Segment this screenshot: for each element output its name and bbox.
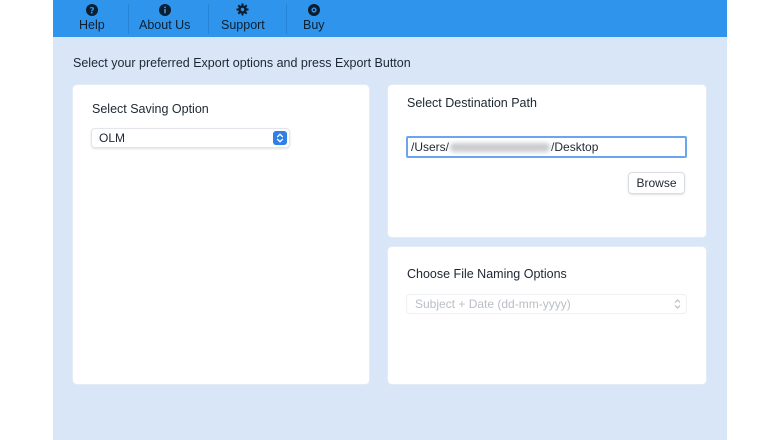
naming-panel: Choose File Naming Options Subject + Dat… [388, 247, 706, 384]
redacted-username [450, 142, 551, 152]
buy-icon [307, 3, 320, 16]
help-button[interactable]: ? Help [79, 0, 105, 37]
about-us-label: About Us [139, 18, 191, 32]
path-suffix: /Desktop [551, 140, 599, 154]
info-icon [158, 3, 171, 16]
destination-title: Select Destination Path [407, 96, 537, 110]
buy-label: Buy [303, 18, 325, 32]
instruction-text: Select your preferred Export options and… [73, 56, 411, 70]
destination-panel: Select Destination Path /Users/ /Desktop… [388, 85, 706, 237]
saving-option-title: Select Saving Option [92, 102, 209, 116]
naming-option-value: Subject + Date (dd-mm-yyyy) [415, 297, 571, 311]
toolbar-divider [128, 4, 129, 34]
toolbar-divider [208, 4, 209, 34]
browse-button[interactable]: Browse [628, 172, 685, 194]
buy-button[interactable]: Buy [303, 0, 325, 37]
naming-title: Choose File Naming Options [407, 267, 567, 281]
naming-option-select[interactable]: Subject + Date (dd-mm-yyyy) [406, 294, 687, 314]
destination-path-input[interactable]: /Users/ /Desktop [406, 136, 687, 158]
help-icon: ? [85, 3, 98, 16]
path-prefix: /Users/ [411, 140, 450, 154]
saving-option-panel: Select Saving Option OLM [73, 85, 369, 384]
help-label: Help [79, 18, 105, 32]
chevron-updown-icon [674, 298, 681, 313]
about-us-button[interactable]: About Us [139, 0, 190, 37]
svg-text:?: ? [89, 6, 94, 16]
toolbar: ? Help About Us Support Buy [53, 0, 727, 37]
saving-option-select[interactable]: OLM [91, 128, 290, 148]
saving-option-value: OLM [99, 131, 126, 145]
gear-icon [236, 3, 249, 16]
support-button[interactable]: Support [221, 0, 265, 37]
support-label: Support [221, 18, 265, 32]
toolbar-divider [286, 4, 287, 34]
app-window: ? Help About Us Support Buy Select your … [53, 0, 727, 440]
chevron-updown-icon[interactable] [273, 131, 287, 145]
